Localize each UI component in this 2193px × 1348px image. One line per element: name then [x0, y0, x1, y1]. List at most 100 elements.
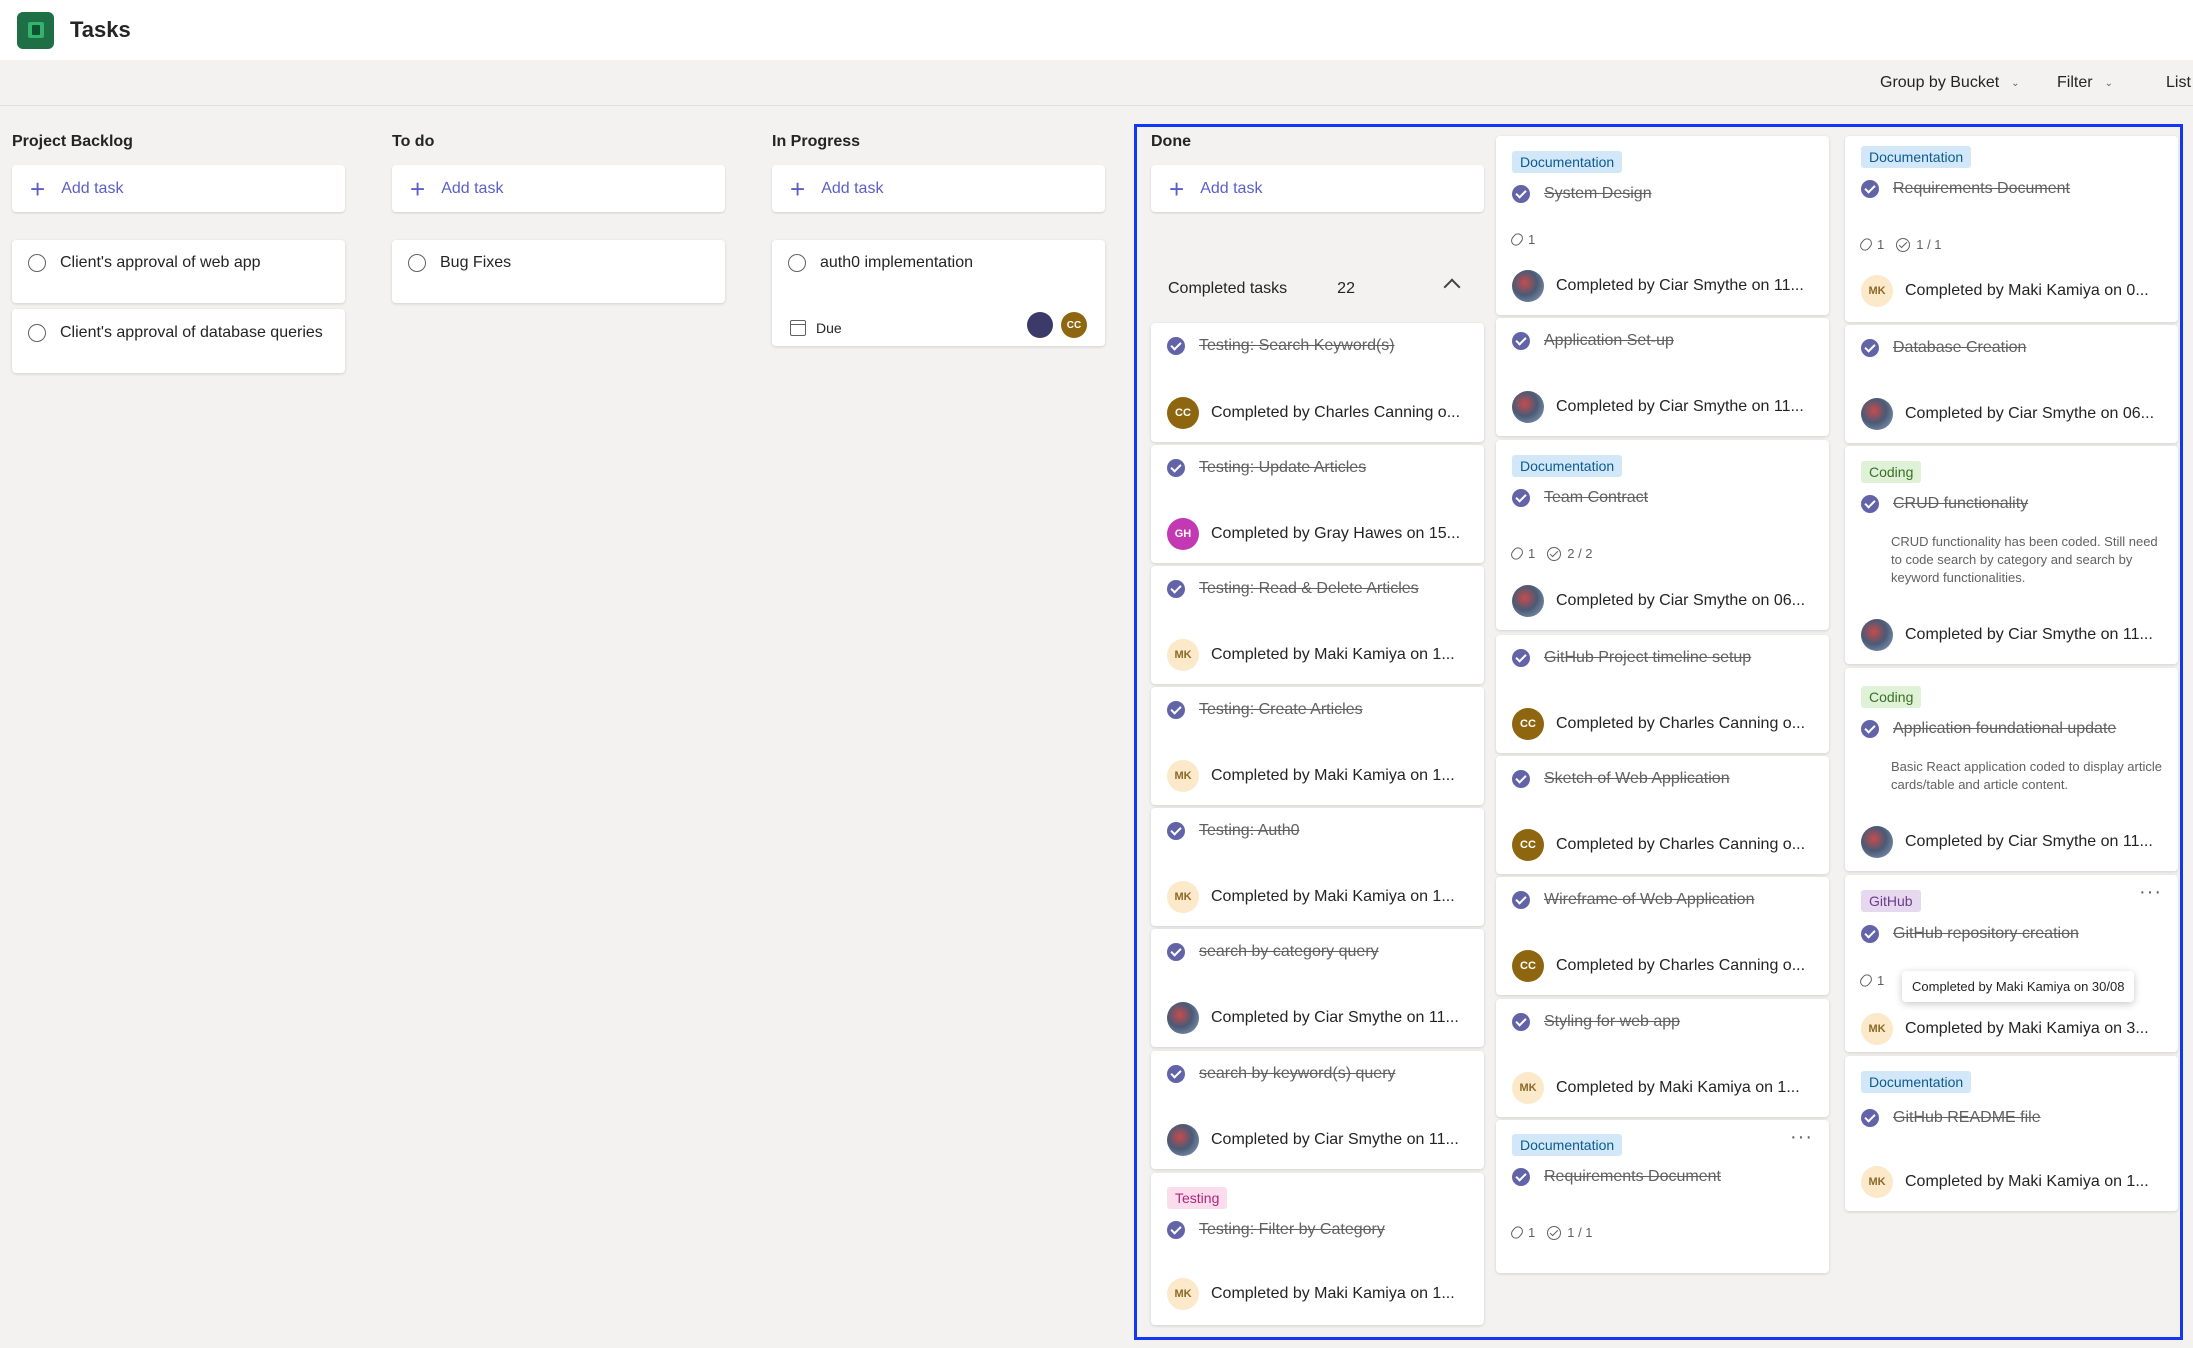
completed-by: Completed by Ciar Smythe on 11... [1167, 1124, 1459, 1156]
completed-task-card[interactable]: search by keyword(s) query Completed by … [1151, 1051, 1484, 1169]
completed-check-icon[interactable] [1167, 1065, 1185, 1083]
avatar [1512, 585, 1544, 617]
task-label: Documentation [1512, 455, 1623, 477]
completed-task-card[interactable]: Testing: Auth0 MK Completed by Maki Kamiy… [1151, 808, 1484, 926]
completed-tasks-toggle[interactable]: Completed tasks 22 [1150, 266, 1484, 312]
due-label: Due [816, 320, 842, 336]
completed-task-card[interactable]: Application Set-up Completed by Ciar Smy… [1496, 318, 1829, 436]
add-task-button-progress[interactable]: + Add task [772, 165, 1105, 212]
completed-task-card[interactable]: Documentation System Design 1 Completed … [1496, 136, 1829, 315]
complete-checkbox[interactable] [28, 254, 46, 272]
task-card[interactable]: auth0 implementation Due CC [772, 240, 1105, 346]
task-row: Application foundational update [1861, 720, 2116, 738]
add-task-button-done[interactable]: + Add task [1151, 165, 1484, 212]
avatar [1861, 826, 1893, 858]
task-title: Application Set-up [1544, 332, 1674, 349]
completed-by-text: Completed by Ciar Smythe on 11... [1905, 626, 2153, 643]
chevron-down-icon: ⌄ [2011, 77, 2020, 89]
completed-task-card[interactable]: Coding Application foundational update B… [1845, 668, 2178, 871]
plus-icon: + [30, 173, 46, 204]
more-icon[interactable]: ··· [1790, 1126, 1813, 1149]
completed-task-card[interactable]: Documentation Team Contract 1 2 / 2 Comp… [1496, 440, 1829, 630]
completed-check-icon[interactable] [1167, 1221, 1185, 1239]
filter-label: Filter [2057, 74, 2093, 91]
completed-check-icon[interactable] [1512, 332, 1530, 350]
completed-check-icon[interactable] [1512, 489, 1530, 507]
completed-by-text: Completed by Ciar Smythe on 11... [1211, 1009, 1459, 1026]
completed-check-icon[interactable] [1861, 339, 1879, 357]
completed-by-text: Completed by Ciar Smythe on 06... [1556, 592, 1806, 609]
add-task-button-todo[interactable]: + Add task [392, 165, 725, 212]
app-header: Tasks [0, 0, 2193, 60]
completed-check-icon[interactable] [1512, 185, 1530, 203]
assignees: CC [1019, 312, 1087, 338]
task-row: Bug Fixes [408, 254, 511, 272]
avatar[interactable] [1027, 312, 1053, 338]
completed-task-card[interactable]: Sketch of Web Application CC Completed by… [1496, 756, 1829, 874]
completed-check-icon[interactable] [1512, 770, 1530, 788]
completed-check-icon[interactable] [1861, 180, 1879, 198]
completed-task-card[interactable]: Testing: Search Keyword(s) CC Completed b… [1151, 323, 1484, 442]
completed-task-card[interactable]: Documentation ··· Requirements Document … [1496, 1120, 1829, 1273]
completed-task-card[interactable]: Styling for web app MK Completed by Maki … [1496, 999, 1829, 1117]
completed-task-card[interactable]: Testing: Create Articles MK Completed by … [1151, 687, 1484, 805]
avatar: CC [1512, 708, 1544, 740]
task-row: Testing: Update Articles [1167, 459, 1366, 477]
completed-task-card[interactable]: Testing: Read & Delete Articles MK Comple… [1151, 566, 1484, 684]
completed-task-card[interactable]: Database Creation Completed by Ciar Smyt… [1845, 325, 2178, 443]
completed-task-card[interactable]: Coding CRUD functionality CRUD functiona… [1845, 446, 2178, 664]
completed-check-icon[interactable] [1512, 1168, 1530, 1186]
task-meta: 1 1 / 1 [1857, 236, 1954, 253]
list-view-button[interactable]: List [2166, 60, 2191, 106]
completed-task-card[interactable]: Testing: Update Articles GH Completed by … [1151, 445, 1484, 563]
task-row: Team Contract [1512, 489, 1648, 507]
task-card[interactable]: Bug Fixes [392, 240, 725, 303]
completed-check-icon[interactable] [1167, 943, 1185, 961]
completed-check-icon[interactable] [1167, 337, 1185, 355]
add-task-label: Add task [821, 179, 884, 197]
complete-checkbox[interactable] [28, 324, 46, 342]
completed-check-icon[interactable] [1167, 459, 1185, 477]
completed-task-card[interactable]: Testing Testing: Filter by Category MK Co… [1151, 1173, 1484, 1325]
avatar [1512, 391, 1544, 423]
completed-by: Completed by Ciar Smythe on 06... [1512, 585, 1805, 617]
completed-check-icon[interactable] [1861, 495, 1879, 513]
completed-check-icon[interactable] [1512, 891, 1530, 909]
completed-check-icon[interactable] [1861, 925, 1879, 943]
completed-task-card[interactable]: search by category query Completed by Ci… [1151, 929, 1484, 1047]
completed-check-icon[interactable] [1167, 580, 1185, 598]
completed-task-card[interactable]: GitHub ··· GitHub repository creation 1 … [1845, 875, 2178, 1052]
task-title: Client's approval of web app [60, 254, 261, 271]
checklist-icon [1547, 1225, 1562, 1240]
task-label: GitHub [1861, 890, 1921, 912]
more-icon[interactable]: ··· [2139, 881, 2162, 904]
task-card[interactable]: Client's approval of web app [12, 240, 345, 303]
task-row: Client's approval of web app [28, 254, 261, 272]
completed-task-card[interactable]: Documentation Requirements Document 1 1 … [1845, 136, 2178, 322]
attachment-count: 1 [1528, 1225, 1536, 1240]
completed-task-card[interactable]: Documentation GitHub README file MK Compl… [1845, 1056, 2178, 1211]
task-title: search by category query [1199, 943, 1379, 960]
task-title: search by keyword(s) query [1199, 1065, 1396, 1082]
add-task-button-backlog[interactable]: + Add task [12, 165, 345, 212]
complete-checkbox[interactable] [788, 254, 806, 272]
completed-task-card[interactable]: GitHub Project timeline setup CC Complete… [1496, 635, 1829, 753]
group-by-button[interactable]: Group by Bucket ⌄ [1880, 60, 2020, 106]
completed-check-icon[interactable] [1167, 701, 1185, 719]
task-meta: 1 1 / 1 [1508, 1224, 1605, 1241]
avatar: GH [1167, 518, 1199, 550]
completed-check-icon[interactable] [1512, 1013, 1530, 1031]
task-card[interactable]: Client's approval of database queries [12, 309, 345, 373]
task-title: Wireframe of Web Application [1544, 891, 1755, 908]
completed-task-card[interactable]: Wireframe of Web Application CC Completed… [1496, 877, 1829, 995]
completed-check-icon[interactable] [1861, 720, 1879, 738]
complete-checkbox[interactable] [408, 254, 426, 272]
task-row: GitHub README file [1861, 1109, 2041, 1127]
completed-check-icon[interactable] [1861, 1109, 1879, 1127]
completed-check-icon[interactable] [1167, 822, 1185, 840]
filter-button[interactable]: Filter ⌄ [2057, 60, 2113, 106]
completed-by: CC Completed by Charles Canning o... [1512, 708, 1805, 740]
task-row: Database Creation [1861, 339, 2026, 357]
completed-check-icon[interactable] [1512, 649, 1530, 667]
avatar[interactable]: CC [1061, 312, 1087, 338]
